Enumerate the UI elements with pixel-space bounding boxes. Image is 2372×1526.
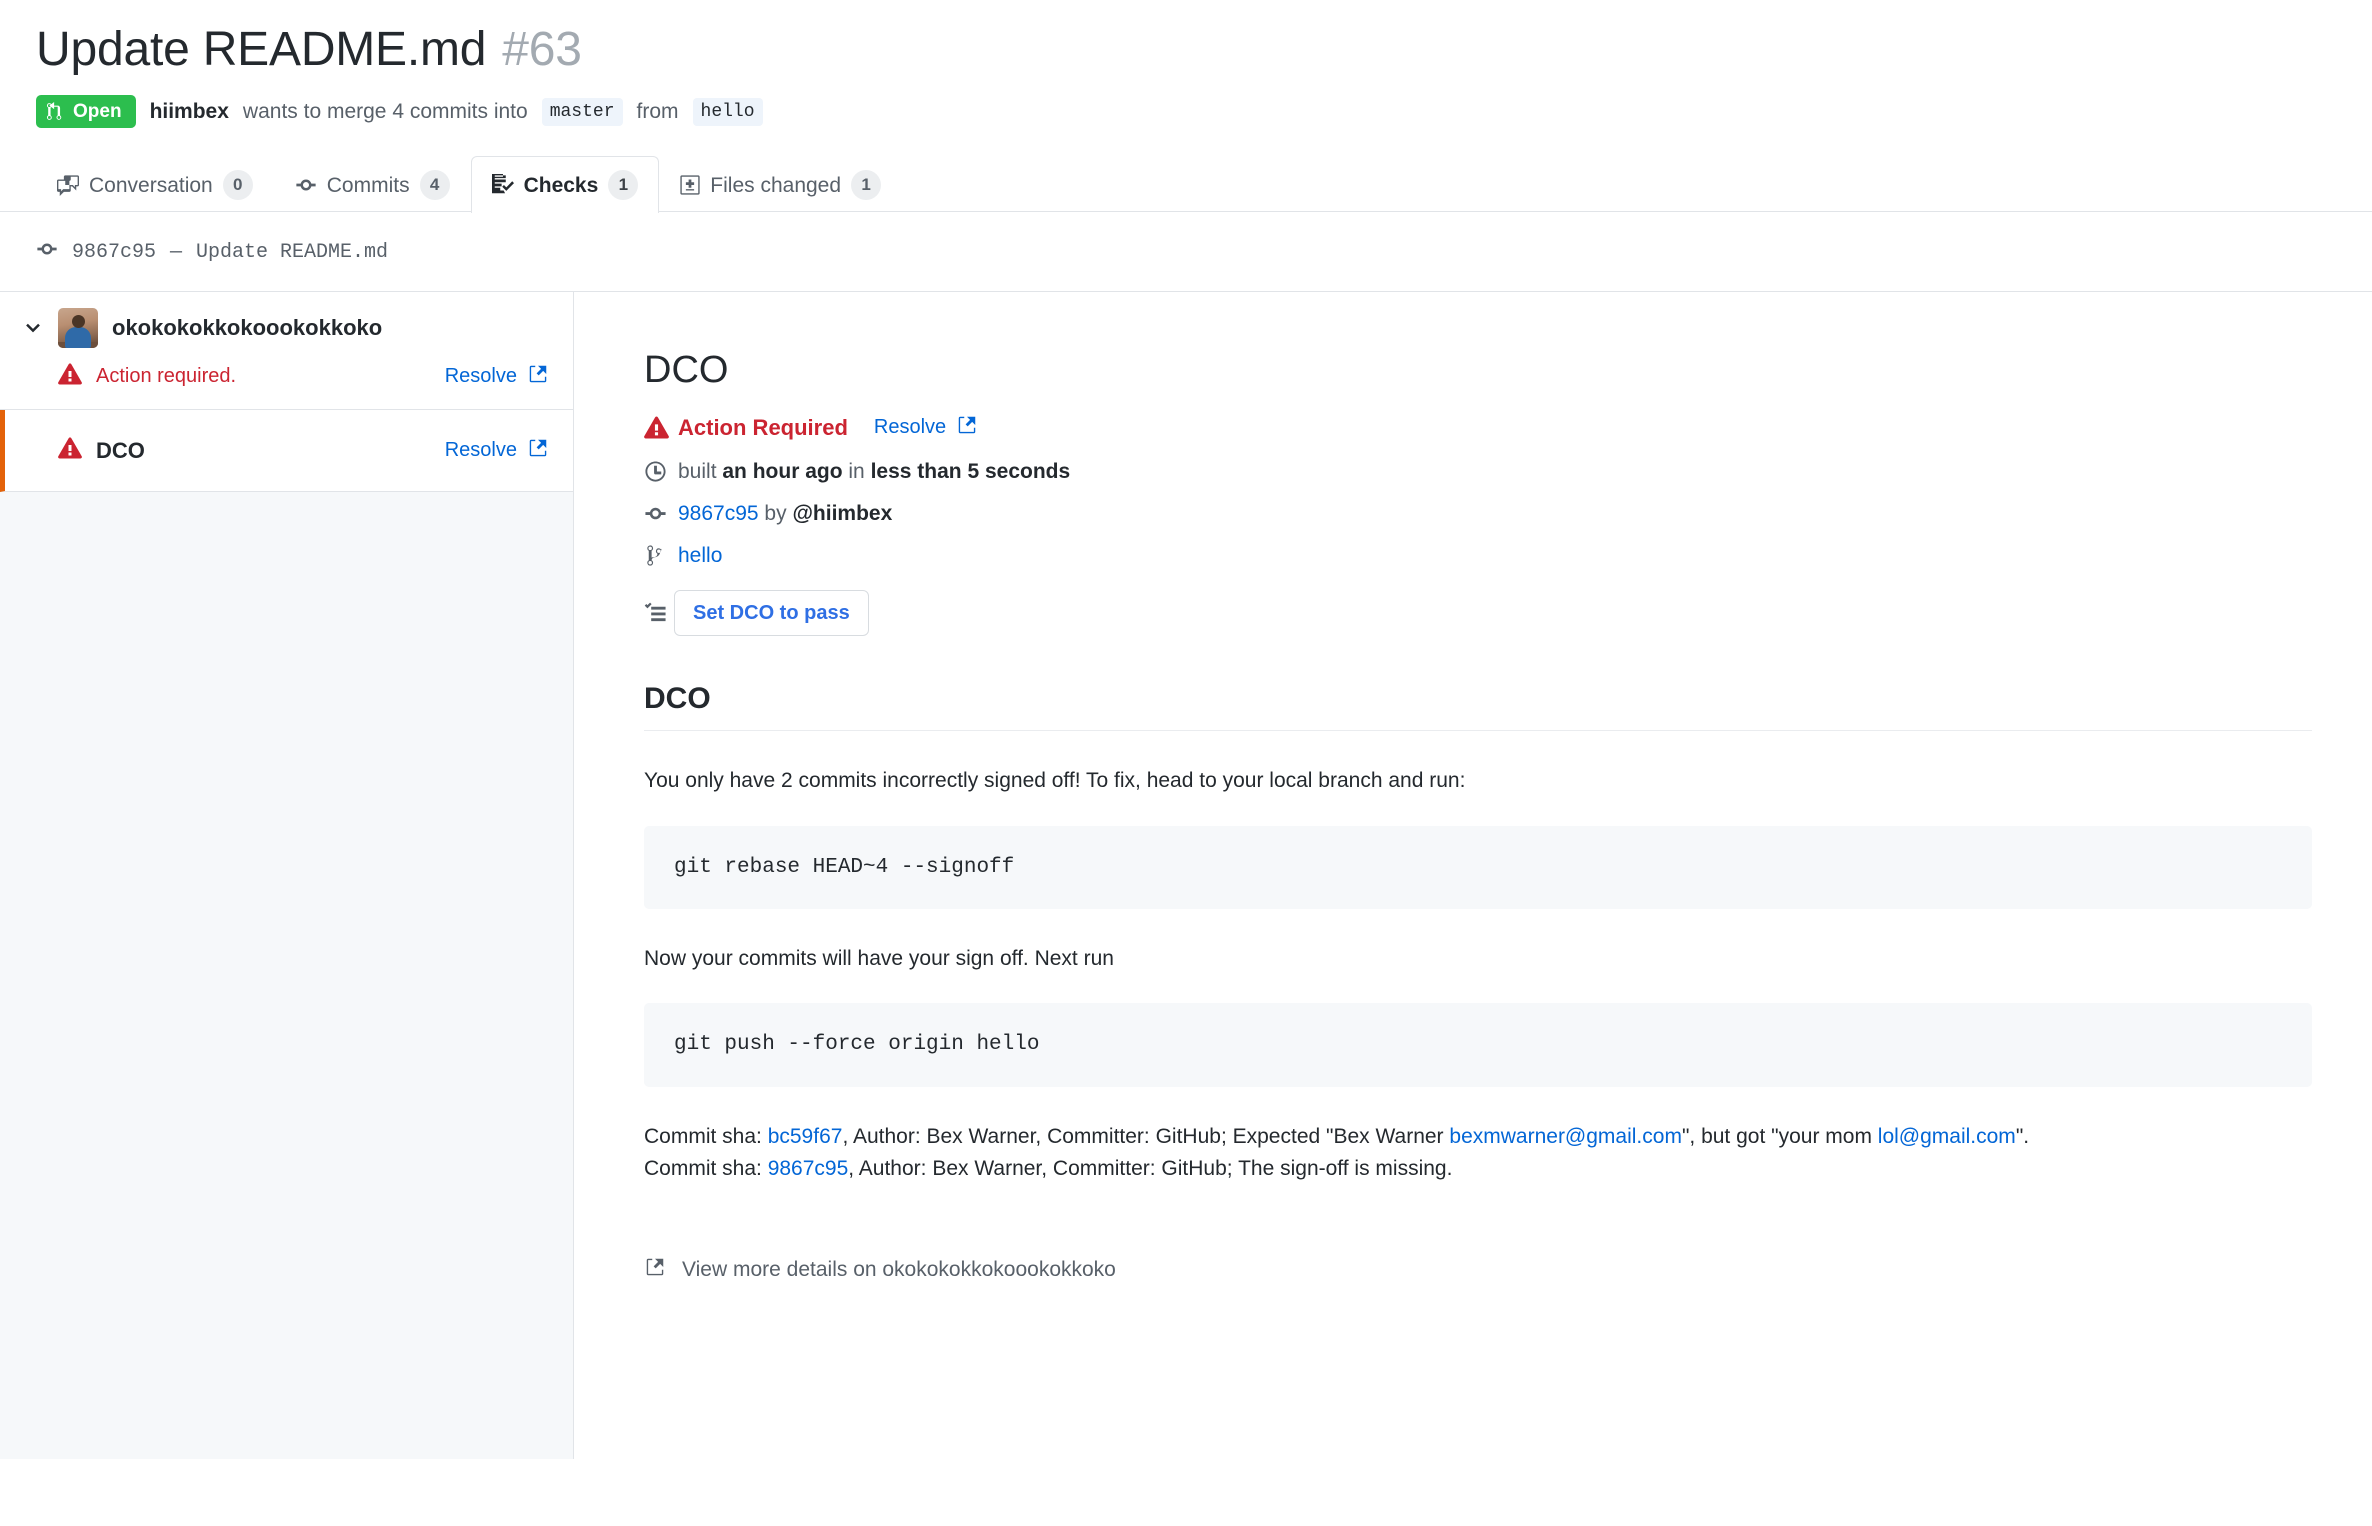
link-external-icon xyxy=(956,414,978,442)
tab-counter: 4 xyxy=(419,170,450,201)
resolve-label: Resolve xyxy=(444,439,517,462)
check-status-row: Action Required Resolve xyxy=(644,414,2312,442)
head-branch[interactable]: hello xyxy=(692,97,763,126)
alert-icon xyxy=(644,415,674,440)
check-group-header[interactable]: okokokokkokoookokkoko xyxy=(0,308,573,349)
report-email-1[interactable]: bexmwarner@gmail.com xyxy=(1449,1125,1682,1148)
check-item-name: DCO xyxy=(96,437,145,463)
resolve-link-group[interactable]: Resolve xyxy=(445,363,549,391)
tab-checks[interactable]: Checks 1 xyxy=(470,156,660,214)
checklist-icon xyxy=(491,174,514,196)
output-paragraph-2: Now your commits will have your sign off… xyxy=(644,946,1114,970)
resolve-label: Resolve xyxy=(873,416,947,439)
pr-subheader: Open hiimbex wants to merge 4 commits in… xyxy=(36,95,2336,129)
build-when: an hour ago xyxy=(722,459,843,483)
pr-number: #63 xyxy=(502,23,582,76)
build-time-row: built an hour ago in less than 5 seconds xyxy=(644,460,2312,484)
merge-text-2: from xyxy=(636,99,679,123)
view-more-details-link[interactable]: View more details on okokokokkokoookokko… xyxy=(644,1256,2312,1284)
output-section-title: DCO xyxy=(644,682,2312,731)
check-group-status: Action required. Resolve xyxy=(0,348,573,391)
git-commit-icon xyxy=(295,174,317,196)
view-more-details-label: View more details on okokokokkokoookokko… xyxy=(682,1257,1116,1281)
tab-nav: Conversation 0 Commits 4 Checks 1 Files … xyxy=(0,154,2372,214)
clock-icon xyxy=(644,460,674,483)
report-sha-1[interactable]: bc59f67 xyxy=(768,1125,843,1148)
commit-by: by xyxy=(764,501,787,525)
code-block-rebase: git rebase HEAD~4 --signoff xyxy=(644,825,2312,909)
comment-discussion-icon xyxy=(57,174,79,197)
tab-counter: 0 xyxy=(222,170,253,201)
commit-dash: — xyxy=(170,241,183,265)
merge-text-1: wants to merge 4 commits into xyxy=(242,99,528,123)
link-external-icon xyxy=(527,437,549,465)
status-badge: Open xyxy=(36,95,136,129)
checks-body: okokokokkokoookokkoko Action required. R… xyxy=(0,292,2372,1460)
commit-report: Commit sha: bc59f67, Author: Bex Warner,… xyxy=(644,1121,2312,1186)
tab-files-changed[interactable]: Files changed 1 xyxy=(659,156,902,213)
check-group-status-text: Action required. xyxy=(96,365,237,388)
alert-icon xyxy=(58,362,82,391)
check-detail-panel: DCO Action Required Resolve built an hou… xyxy=(574,292,2372,1460)
detail-branch-name[interactable]: hello xyxy=(678,544,722,568)
check-group-app: okokokokkokoookokkoko Action required. R… xyxy=(0,292,573,411)
build-middle: in xyxy=(848,459,865,483)
tab-label: Conversation xyxy=(89,173,213,197)
action-row: Set DCO to pass xyxy=(644,589,2312,636)
detail-commit-sha[interactable]: 9867c95 xyxy=(678,502,759,526)
status-badge-label: Open xyxy=(73,101,122,123)
branch-row: hello xyxy=(644,544,2312,568)
base-branch[interactable]: master xyxy=(541,97,623,126)
report-line1-b: , Author: Bex Warner, Committer: GitHub;… xyxy=(842,1124,1450,1148)
commit-bar: 9867c95 — Update README.md xyxy=(0,212,2372,293)
commit-message: Update README.md xyxy=(196,241,389,265)
checklist-icon xyxy=(644,601,674,624)
report-email-2[interactable]: lol@gmail.com xyxy=(1878,1125,2016,1148)
check-item-dco[interactable]: DCO Resolve xyxy=(0,410,573,493)
build-duration: less than 5 seconds xyxy=(870,459,1071,483)
report-line2-a: Commit sha: xyxy=(644,1157,768,1181)
pr-checks-page: Update README.md #63 Open hiimbex wants … xyxy=(0,0,2372,1526)
tab-commits[interactable]: Commits 4 xyxy=(274,156,471,213)
avatar xyxy=(58,308,98,349)
check-status-label: Action Required xyxy=(678,414,848,440)
alert-icon xyxy=(58,436,82,465)
commit-user[interactable]: @hiimbex xyxy=(792,502,892,526)
commit-sha[interactable]: 9867c95 xyxy=(72,241,156,264)
report-line1-c: ", but got "your mom xyxy=(1681,1124,1878,1148)
check-app-name: okokokokkokoookokkoko xyxy=(112,315,383,341)
check-detail-title: DCO xyxy=(644,349,729,392)
resolve-label: Resolve xyxy=(444,365,517,388)
git-commit-icon xyxy=(36,238,58,267)
output-paragraph-1: You only have 2 commits incorrectly sign… xyxy=(644,768,1466,792)
pr-title-text: Update README.md xyxy=(36,23,487,76)
build-prefix: built xyxy=(678,459,717,483)
resolve-link-item[interactable]: Resolve xyxy=(445,437,549,465)
pr-header: Update README.md #63 Open hiimbex wants … xyxy=(0,0,2372,129)
link-external-icon xyxy=(644,1256,666,1284)
report-line1-d: ". xyxy=(2015,1124,2030,1148)
tab-counter: 1 xyxy=(608,170,639,201)
commit-row: 9867c95 by @hiimbex xyxy=(644,502,2312,526)
pr-author[interactable]: hiimbex xyxy=(150,100,229,124)
report-line1-a: Commit sha: xyxy=(644,1124,768,1148)
page-title: Update README.md #63 xyxy=(36,22,2336,77)
tab-conversation[interactable]: Conversation 0 xyxy=(36,156,274,213)
code-block-push: git push --force origin hello xyxy=(644,1003,2312,1087)
tab-label: Checks xyxy=(523,173,599,197)
tab-label: Commits xyxy=(326,173,410,197)
link-external-icon xyxy=(527,363,549,391)
tab-label: Files changed xyxy=(710,173,842,197)
tab-counter: 1 xyxy=(851,170,882,201)
report-line2-b: , Author: Bex Warner, Committer: GitHub;… xyxy=(848,1157,1453,1181)
resolve-link-detail[interactable]: Resolve xyxy=(874,414,978,442)
checks-sidebar: okokokokkokoookokkoko Action required. R… xyxy=(0,292,574,1460)
pull-request-icon xyxy=(47,102,66,121)
git-branch-icon xyxy=(644,544,674,567)
git-commit-icon xyxy=(644,502,674,525)
file-diff-icon xyxy=(680,174,700,196)
report-sha-2[interactable]: 9867c95 xyxy=(768,1157,849,1180)
chevron-down-icon[interactable] xyxy=(22,318,44,338)
set-dco-to-pass-button[interactable]: Set DCO to pass xyxy=(674,589,869,636)
